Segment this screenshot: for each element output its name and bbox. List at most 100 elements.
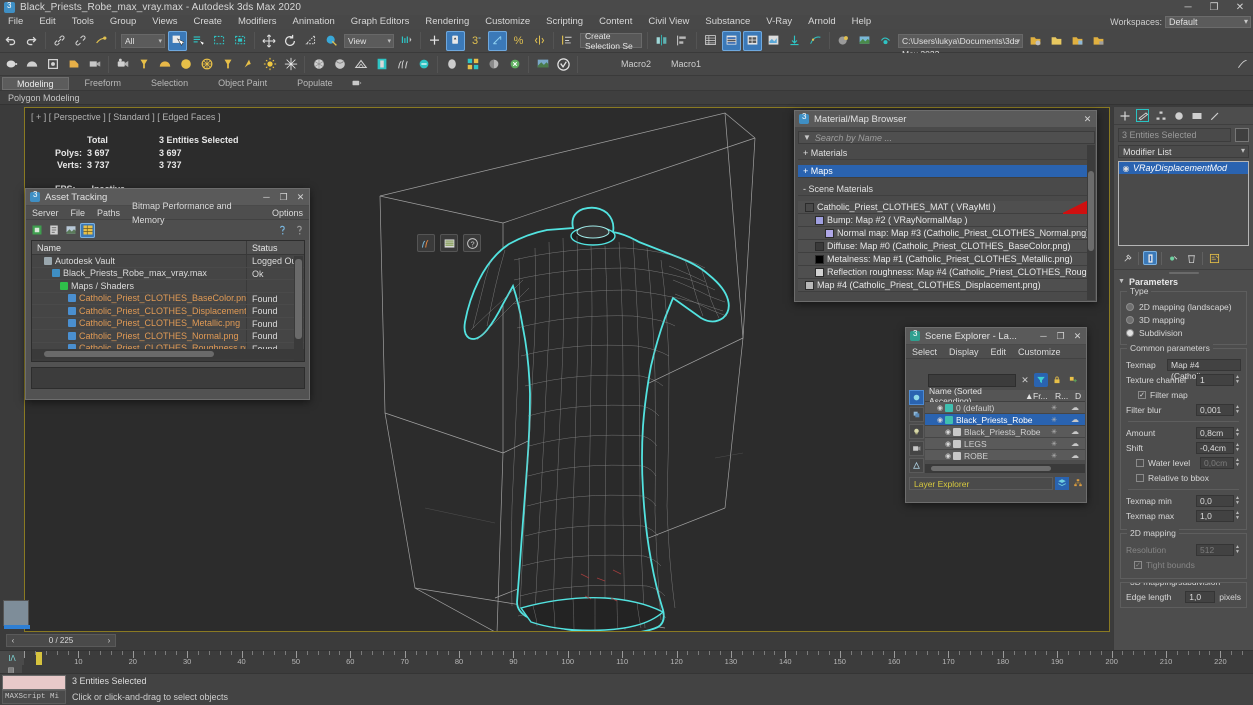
scene-explorer-row[interactable]: ◉ Black_Priests_Robe ✳ ☁ xyxy=(925,426,1085,438)
mirror-icon[interactable] xyxy=(530,31,549,51)
resolution-spinner[interactable]: ▲ ▼ xyxy=(1234,544,1241,556)
texmap-min-field[interactable]: 0,0 xyxy=(1196,495,1234,507)
ribbon-tab-populate[interactable]: Populate xyxy=(283,77,347,90)
asset-col-name[interactable]: Name xyxy=(32,241,247,254)
rectangular-selection-region-icon[interactable] xyxy=(210,31,229,51)
tab-utilities-icon[interactable] xyxy=(1208,109,1221,122)
ribbon-tab-object-paint[interactable]: Object Paint xyxy=(204,77,281,90)
remove-modifier-icon[interactable] xyxy=(1184,251,1198,265)
asset-row[interactable]: Maps / Shaders xyxy=(32,280,304,293)
rollout-collapse-icon[interactable]: ▼ xyxy=(1118,278,1125,285)
scene-col-d[interactable]: D xyxy=(1075,391,1085,401)
frame-next-arrow-icon[interactable]: › xyxy=(103,636,115,645)
vray-check-icon[interactable] xyxy=(554,54,573,74)
spinner-snap-toggle-icon[interactable] xyxy=(488,30,507,51)
texmap-button[interactable]: Map #4 (Catholic... xyxy=(1167,359,1241,381)
layer-explorer-icon[interactable] xyxy=(701,31,720,51)
scene-menu-customize[interactable]: Customize xyxy=(1012,345,1067,359)
open-file-icon[interactable] xyxy=(1026,31,1045,51)
macro2-label[interactable]: Macro2 xyxy=(611,59,661,69)
macro1-label[interactable]: Macro1 xyxy=(661,59,711,69)
edit-named-selection-icon[interactable]: % xyxy=(509,31,528,51)
menu-file[interactable]: File xyxy=(0,15,31,29)
menu-rendering[interactable]: Rendering xyxy=(417,15,477,29)
material-search-row[interactable]: ▼ Search by Name ... xyxy=(798,131,1095,144)
asset-list-hscrollbar[interactable] xyxy=(32,349,304,359)
workspaces-select[interactable]: Default xyxy=(1165,16,1251,28)
material-browser-vscrollbar[interactable] xyxy=(1087,145,1095,300)
unlink-selection-icon[interactable] xyxy=(71,31,90,51)
ribbon-tab-modeling[interactable]: Modeling xyxy=(2,76,69,90)
asset-tracking-maximize[interactable]: ❐ xyxy=(275,190,292,205)
material-tree-item[interactable]: Reflection roughness: Map #4 (Catholic_P… xyxy=(798,266,1089,279)
selection-filter-select[interactable]: All xyxy=(121,33,165,48)
asset-col-status[interactable]: Status xyxy=(247,241,304,254)
renderable-toggle-icon[interactable]: ☁ xyxy=(1065,415,1085,424)
frame-slider[interactable]: ‹ 0 / 225 › xyxy=(6,634,116,647)
box-icon[interactable] xyxy=(43,54,62,74)
renderable-toggle-icon[interactable]: ☁ xyxy=(1065,439,1085,448)
menu-vray[interactable]: V-Ray xyxy=(758,15,800,29)
maximize-button[interactable]: ❐ xyxy=(1201,0,1227,15)
material-sphere-icon[interactable] xyxy=(64,54,83,74)
section-materials[interactable]: + Materials xyxy=(798,147,1089,160)
spot-light-icon[interactable] xyxy=(218,54,237,74)
sidebar-cameras-icon[interactable] xyxy=(909,441,924,456)
maxscript-input-pink[interactable] xyxy=(2,675,66,690)
material-tree-item[interactable]: Map #4 (Catholic_Priest_CLOTHES_Displace… xyxy=(798,279,1089,292)
select-object-icon[interactable] xyxy=(168,30,187,51)
asset-row[interactable]: Black_Priests_Robe_max_vray.max Ok xyxy=(32,267,304,280)
tab-display-icon[interactable] xyxy=(1190,109,1203,122)
tab-create-icon[interactable] xyxy=(1118,109,1131,122)
asset-list-vscrollbar[interactable] xyxy=(294,256,303,361)
search-chevron-icon[interactable]: ▼ xyxy=(799,133,815,142)
layer-explorer-tab[interactable]: Layer Explorer xyxy=(909,476,1053,490)
texture-channel-spinner[interactable]: ▲ ▼ xyxy=(1234,374,1241,386)
water-level-checkbox[interactable] xyxy=(1136,459,1144,467)
asset-row[interactable]: Catholic_Priest_CLOTHES_Metallic.png Foun… xyxy=(32,317,304,330)
create-camera-icon[interactable] xyxy=(113,54,132,74)
close-button[interactable]: ✕ xyxy=(1227,0,1253,15)
ribbon-tab-freeform[interactable]: Freeform xyxy=(71,77,136,90)
material-tree-item[interactable]: Diffuse: Map #0 (Catholic_Priest_CLOTHES… xyxy=(798,240,1089,253)
renderable-toggle-icon[interactable]: ☁ xyxy=(1065,403,1085,412)
scene-explorer-row[interactable]: ◉ LEGS ✳ ☁ xyxy=(925,438,1085,450)
relative-bbox-checkbox[interactable] xyxy=(1136,474,1144,482)
substance-map-icon[interactable] xyxy=(533,54,552,74)
asset-menu-paths[interactable]: Paths xyxy=(91,206,126,220)
visibility-eye-icon[interactable]: ◉ xyxy=(943,428,953,436)
bind-to-space-warp-icon[interactable] xyxy=(92,31,111,51)
render-frame-icon[interactable] xyxy=(855,31,874,51)
texmap-max-field[interactable]: 1,0 xyxy=(1196,510,1234,522)
radio-3d-mapping[interactable]: 3D mapping xyxy=(1126,313,1241,326)
scene-explorer-row[interactable]: ◉ 0 (default) ✳ ☁ xyxy=(925,402,1085,414)
add-selection-icon[interactable] xyxy=(1066,373,1080,387)
radio-3d-mapping-dot[interactable] xyxy=(1126,315,1134,324)
radio-subdivision[interactable]: Subdivision xyxy=(1126,326,1241,339)
scene-explorer-rows[interactable]: ◉ 0 (default) ✳ ☁ ◉ Black_Priests_Robe ✳ ☁ ◉ Blac… xyxy=(925,402,1085,460)
scene-explorer-dialog[interactable]: Scene Explorer - La... ─ ❐ ✕ Select Disp… xyxy=(905,327,1087,503)
project-folder-select[interactable]: C:\Users\lukya\Documents\3ds Max 2022 xyxy=(898,33,1023,59)
asset-path-field[interactable] xyxy=(31,367,305,389)
filter-map-checkbox[interactable]: ✓ xyxy=(1138,391,1146,399)
plane-light-icon[interactable] xyxy=(239,54,258,74)
select-and-link-icon[interactable] xyxy=(50,31,69,51)
help-alt-icon[interactable] xyxy=(291,223,306,238)
asset-row[interactable]: Autodesk Vault Logged Ou xyxy=(32,255,304,268)
snaps-toggle-icon[interactable] xyxy=(425,31,444,51)
sidebar-helpers-icon[interactable] xyxy=(909,458,924,473)
hierarchy-view-icon[interactable] xyxy=(1071,477,1085,490)
modifier-list-select[interactable]: Modifier List xyxy=(1118,145,1249,158)
ribbon-tab-selection[interactable]: Selection xyxy=(137,77,202,90)
menu-create[interactable]: Create xyxy=(185,15,230,29)
object-name-field[interactable]: 3 Entities Selected xyxy=(1118,128,1231,142)
make-unique-icon[interactable] xyxy=(1166,251,1180,265)
shift-spinner[interactable]: ▲ ▼ xyxy=(1234,442,1241,454)
scene-explorer-maximize[interactable]: ❐ xyxy=(1052,329,1069,344)
redo-icon[interactable] xyxy=(22,31,41,51)
sidebar-geometry-icon[interactable] xyxy=(909,407,924,422)
frozen-toggle-icon[interactable]: ✳ xyxy=(1043,428,1065,436)
scene-explorer-icon[interactable] xyxy=(722,30,741,51)
select-and-scale-icon[interactable] xyxy=(301,31,320,51)
asset-row[interactable]: Catholic_Priest_CLOTHES_Displacement.png… xyxy=(32,305,304,318)
